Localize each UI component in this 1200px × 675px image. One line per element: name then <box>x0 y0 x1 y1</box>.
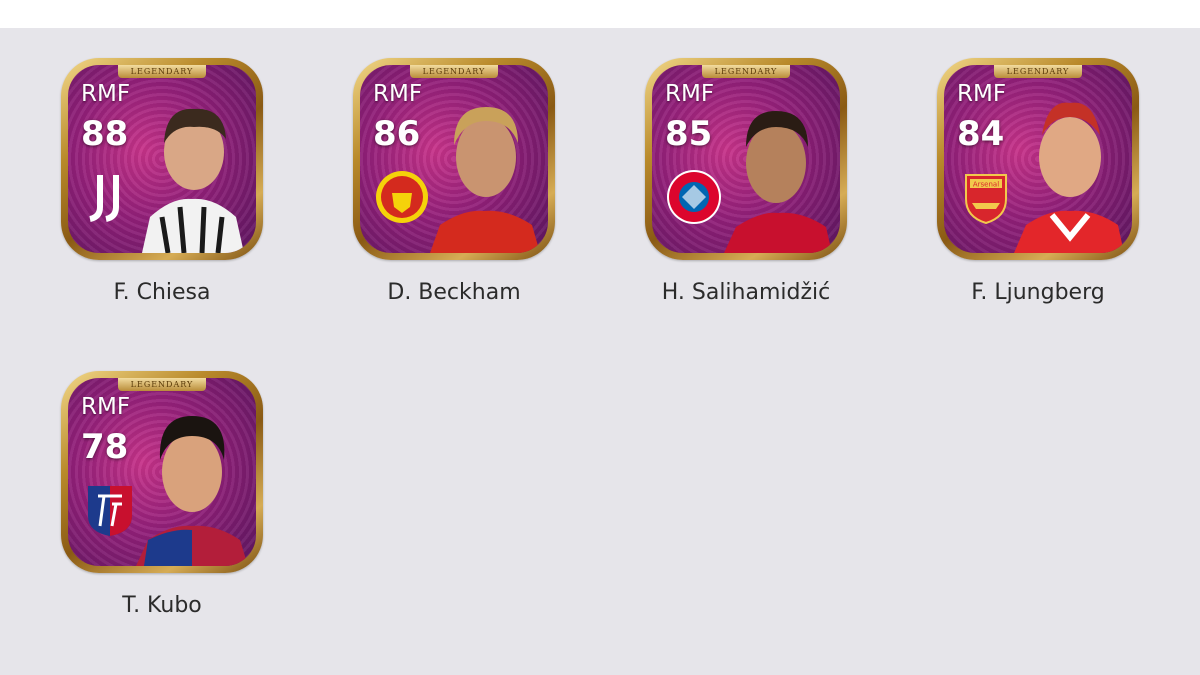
player-card-image[interactable]: LEGENDARY RMF 86 <box>353 58 555 260</box>
player-position: RMF <box>665 81 715 107</box>
player-rating: 88 <box>81 114 129 154</box>
player-portrait <box>430 107 540 253</box>
player-rating: 86 <box>373 114 421 154</box>
player-card-image[interactable]: LEGENDARY RMF 85 <box>645 58 847 260</box>
player-portrait <box>1014 102 1124 253</box>
card-background: LEGENDARY RMF 88 <box>68 65 256 253</box>
card-background: LEGENDARY RMF 85 <box>652 65 840 253</box>
player-name: T. Kubo <box>122 593 202 618</box>
player-position: RMF <box>373 81 423 107</box>
card-background: LEGENDARY RMF 78 <box>68 378 256 566</box>
player-position: RMF <box>81 81 131 107</box>
player-card-salihamidzic[interactable]: LEGENDARY RMF 85 H. Salihamidžić <box>631 58 861 358</box>
player-position: RMF <box>81 394 131 420</box>
player-name: F. Chiesa <box>113 280 211 305</box>
player-rating: 85 <box>665 114 713 154</box>
player-card-chiesa[interactable]: LEGENDARY RMF 88 F. Chiesa <box>47 58 277 358</box>
player-rating: 78 <box>81 427 129 467</box>
player-rating: 84 <box>957 114 1005 154</box>
player-card-image[interactable]: LEGENDARY RMF 78 <box>61 371 263 573</box>
player-card-beckham[interactable]: LEGENDARY RMF 86 D. Beckham <box>339 58 569 358</box>
arsenal-icon: Arsenal <box>965 174 1007 225</box>
top-strip <box>0 0 1200 28</box>
player-card-ljungberg[interactable]: LEGENDARY RMF 84 Arsenal F. Ljungberg <box>923 58 1153 358</box>
player-name: D. Beckham <box>387 280 521 305</box>
player-portrait <box>142 108 244 253</box>
fc-bayern-icon <box>667 170 721 224</box>
card-background: LEGENDARY RMF 84 Arsenal <box>944 65 1132 253</box>
fc-tokyo-icon <box>88 486 132 536</box>
player-card-kubo[interactable]: LEGENDARY RMF 78 T. Kubo <box>47 371 277 671</box>
player-card-image[interactable]: LEGENDARY RMF 84 Arsenal <box>937 58 1139 260</box>
card-background: LEGENDARY RMF 86 <box>360 65 548 253</box>
player-name: F. Ljungberg <box>971 280 1105 305</box>
juventus-icon <box>89 175 119 222</box>
player-portrait <box>724 111 832 253</box>
player-portrait <box>136 416 248 566</box>
player-name: H. Salihamidžić <box>661 280 831 305</box>
player-position: RMF <box>957 81 1007 107</box>
player-card-image[interactable]: LEGENDARY RMF 88 <box>61 58 263 260</box>
arsenal-crest-text: Arsenal <box>973 181 999 189</box>
player-grid: LEGENDARY RMF 88 F. Chiesa LEGENDARY RMF… <box>0 28 1200 675</box>
manchester-united-icon <box>376 171 428 223</box>
